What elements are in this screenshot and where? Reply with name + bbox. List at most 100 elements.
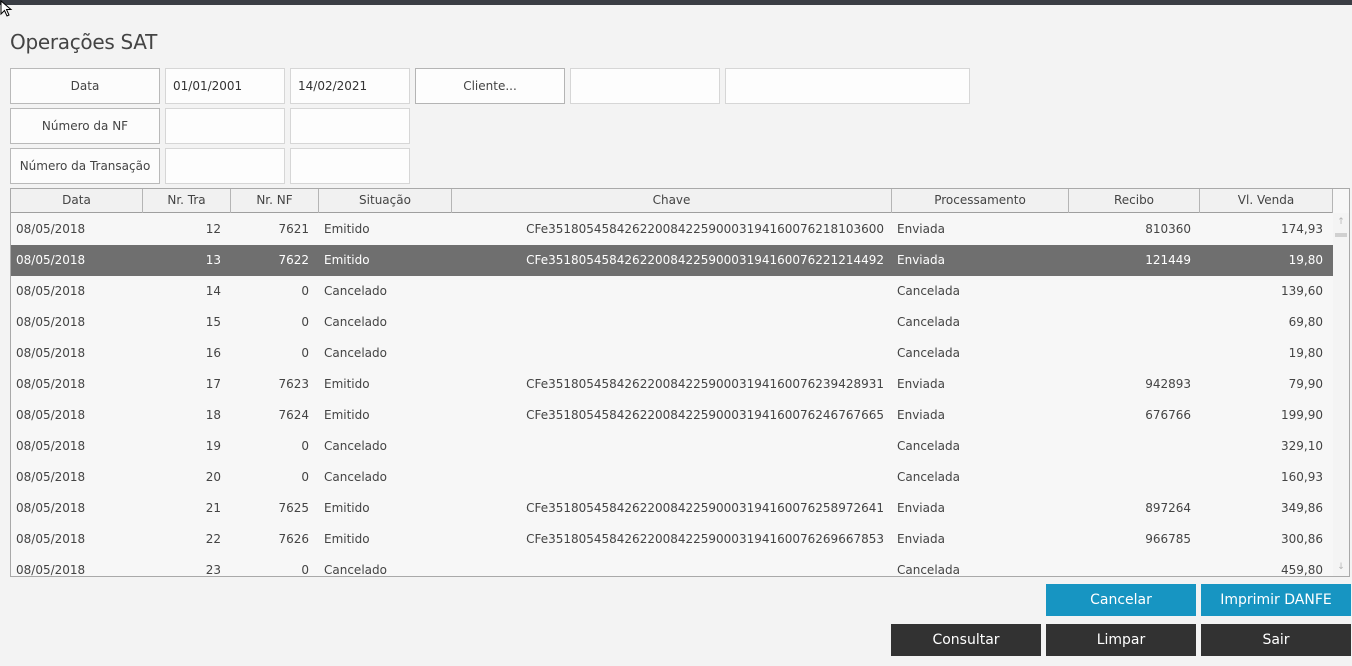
nf-to-input[interactable]	[298, 109, 409, 143]
cell-vl-venda: 329,10	[1281, 439, 1323, 453]
table-row[interactable]: 08/05/2018 22 7626 Emitido CFe35180545842622…	[11, 524, 1333, 555]
consultar-button[interactable]: Consultar	[891, 624, 1041, 656]
nf-label: Número da NF	[10, 108, 160, 144]
nf-from-input[interactable]	[173, 109, 284, 143]
date-from-field[interactable]	[165, 68, 285, 104]
cell-situacao: Emitido	[324, 253, 370, 267]
cell-data: 08/05/2018	[16, 377, 86, 391]
date-to-field[interactable]	[290, 68, 410, 104]
cliente-code-field[interactable]	[570, 68, 720, 104]
cell-situacao: Cancelado	[324, 563, 387, 577]
table-row[interactable]: 08/05/2018 19 0 Cancelado Cancelada 329,10	[11, 431, 1333, 462]
cliente-name-field[interactable]	[725, 68, 970, 104]
limpar-button[interactable]: Limpar	[1046, 624, 1196, 656]
transacao-to-field[interactable]	[290, 148, 410, 184]
cell-chave: CFe3518054584262200842259000319416007626…	[526, 532, 884, 546]
cell-nr-tra: 21	[205, 501, 221, 515]
table-row[interactable]: 08/05/2018 12 7621 Emitido CFe35180545842622…	[11, 214, 1333, 245]
cliente-code-input[interactable]	[578, 69, 719, 103]
table-row[interactable]: 08/05/2018 23 0 Cancelado Cancelada 459,80	[11, 555, 1333, 577]
column-header-processamento[interactable]: Processamento	[892, 189, 1069, 213]
cancelar-button[interactable]: Cancelar	[1046, 584, 1196, 616]
operations-grid[interactable]: Data Nr. Tra Nr. NF Situação Chave Proce…	[10, 188, 1350, 577]
cell-nr-tra: 12	[205, 222, 221, 236]
cell-nr-nf: 7623	[278, 377, 309, 391]
window-top-bar	[0, 0, 1352, 5]
cell-situacao: Emitido	[324, 408, 370, 422]
table-row[interactable]: 08/05/2018 14 0 Cancelado Cancelada 139,60	[11, 276, 1333, 307]
cell-nr-tra: 16	[205, 346, 221, 360]
transacao-to-input[interactable]	[298, 149, 409, 183]
cell-situacao: Cancelado	[324, 315, 387, 329]
column-header-vl-venda[interactable]: Vl. Venda	[1200, 189, 1333, 213]
table-row[interactable]: 08/05/2018 21 7625 Emitido CFe35180545842622…	[11, 493, 1333, 524]
sair-button[interactable]: Sair	[1201, 624, 1351, 656]
cell-chave	[452, 338, 892, 368]
column-header-situacao[interactable]: Situação	[319, 189, 452, 213]
cell-data: 08/05/2018	[16, 470, 86, 484]
table-row[interactable]: 08/05/2018 15 0 Cancelado Cancelada 69,80	[11, 307, 1333, 338]
date-to-input[interactable]	[298, 69, 409, 103]
column-header-chave[interactable]: Chave	[452, 189, 892, 213]
cell-processamento: Cancelada	[897, 563, 960, 577]
nf-from-field[interactable]	[165, 108, 285, 144]
table-row[interactable]: 08/05/2018 18 7624 Emitido CFe35180545842622…	[11, 400, 1333, 431]
cell-chave	[452, 276, 892, 306]
cell-vl-venda: 19,80	[1288, 346, 1323, 360]
cell-nr-nf: 7621	[278, 222, 309, 236]
cell-recibo	[1069, 462, 1200, 492]
table-row[interactable]: 08/05/2018 13 7622 Emitido CFe35180545842622…	[11, 245, 1333, 276]
column-header-recibo[interactable]: Recibo	[1069, 189, 1200, 213]
cliente-name-input[interactable]	[733, 69, 969, 103]
cell-processamento: Enviada	[897, 222, 945, 236]
cell-processamento: Enviada	[897, 377, 945, 391]
cell-chave: CFe3518054584262200842259000319416007623…	[526, 377, 884, 391]
cell-data: 08/05/2018	[16, 532, 86, 546]
cell-vl-venda: 79,90	[1288, 377, 1323, 391]
imprimir-danfe-button[interactable]: Imprimir DANFE	[1201, 584, 1351, 616]
cell-chave: CFe3518054584262200842259000319416007624…	[526, 408, 884, 422]
cell-processamento: Cancelada	[897, 346, 960, 360]
cell-nr-tra: 15	[205, 315, 221, 329]
table-row[interactable]: 08/05/2018 16 0 Cancelado Cancelada 19,80	[11, 338, 1333, 369]
column-header-nr-nf[interactable]: Nr. NF	[231, 189, 319, 213]
cell-situacao: Emitido	[324, 532, 370, 546]
cell-data: 08/05/2018	[16, 222, 86, 236]
cell-vl-venda: 19,80	[1288, 253, 1323, 267]
cell-data: 08/05/2018	[16, 439, 86, 453]
cell-recibo	[1069, 307, 1200, 337]
cell-nr-nf: 0	[301, 470, 309, 484]
table-row[interactable]: 08/05/2018 20 0 Cancelado Cancelada 160,93	[11, 462, 1333, 493]
cell-nr-tra: 19	[205, 439, 221, 453]
column-header-nr-tra[interactable]: Nr. Tra	[143, 189, 231, 213]
cell-recibo: 942893	[1145, 377, 1191, 391]
cell-recibo	[1069, 555, 1200, 576]
cell-nr-tra: 18	[205, 408, 221, 422]
date-from-input[interactable]	[173, 69, 284, 103]
cell-vl-venda: 459,80	[1281, 563, 1323, 577]
column-header-data[interactable]: Data	[11, 189, 143, 213]
cell-situacao: Emitido	[324, 222, 370, 236]
cell-chave: CFe3518054584262200842259000319416007621…	[526, 222, 884, 236]
scrollbar-thumb[interactable]	[1335, 233, 1347, 237]
cell-chave	[452, 307, 892, 337]
cell-chave	[452, 555, 892, 576]
cell-recibo	[1069, 431, 1200, 461]
cell-processamento: Enviada	[897, 532, 945, 546]
cell-nr-tra: 20	[205, 470, 221, 484]
cell-nr-nf: 0	[301, 439, 309, 453]
cell-data: 08/05/2018	[16, 346, 86, 360]
cell-nr-tra: 17	[205, 377, 221, 391]
cell-processamento: Enviada	[897, 501, 945, 515]
cliente-button[interactable]: Cliente...	[415, 68, 565, 104]
cell-vl-venda: 174,93	[1281, 222, 1323, 236]
arrow-down-icon[interactable]: ↓	[1336, 562, 1346, 572]
vertical-scrollbar[interactable]: ↑ ↓	[1333, 213, 1349, 576]
table-row[interactable]: 08/05/2018 17 7623 Emitido CFe35180545842622…	[11, 369, 1333, 400]
transacao-from-input[interactable]	[173, 149, 284, 183]
transacao-from-field[interactable]	[165, 148, 285, 184]
cell-nr-tra: 14	[205, 284, 221, 298]
nf-to-field[interactable]	[290, 108, 410, 144]
cell-vl-venda: 139,60	[1281, 284, 1323, 298]
arrow-up-icon[interactable]: ↑	[1336, 217, 1346, 227]
